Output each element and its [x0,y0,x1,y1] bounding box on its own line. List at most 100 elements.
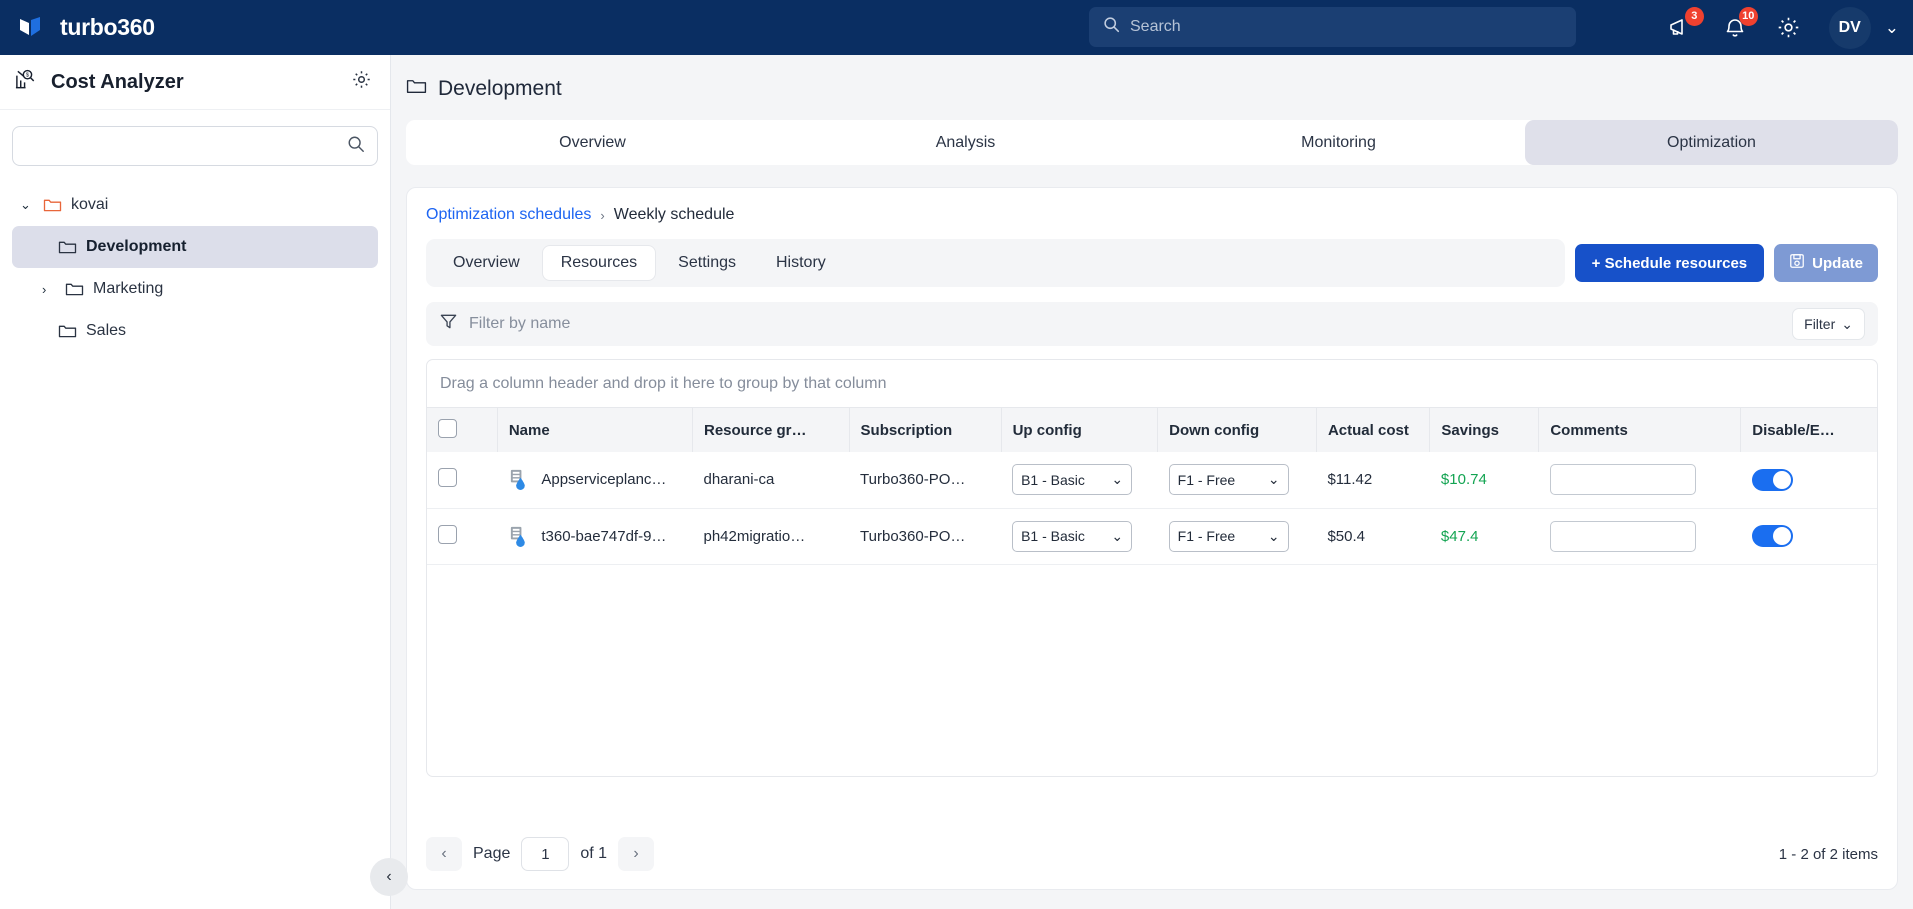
breadcrumb-separator-icon: › [600,207,605,223]
sidebar-search[interactable] [12,126,378,166]
previous-page-button[interactable]: ‹ [426,837,462,871]
header-actions: 3 10 DV ⌄ [1667,0,1899,55]
cell-up-config: B1 - Basic ⌄ [1001,508,1158,565]
enable-toggle[interactable] [1751,468,1793,491]
cell-comments [1538,508,1741,565]
user-menu-chevron-down-icon[interactable]: ⌄ [1885,18,1899,38]
sidebar: $ Cost Analyzer ⌄ kovai Development › Ma… [0,55,391,909]
page-label: Page [473,845,511,862]
col-disable-enable[interactable]: Disable/E… [1740,408,1877,452]
chevron-down-icon: ⌄ [1267,527,1280,544]
sidebar-item-marketing[interactable]: › Marketing [12,268,378,310]
down-config-select[interactable]: F1 - Free ⌄ [1168,464,1289,496]
up-config-select[interactable]: B1 - Basic ⌄ [1012,464,1133,496]
sidebar-item-label: kovai [71,196,109,213]
sidebar-search-icon[interactable] [347,135,365,158]
up-config-value: B1 - Basic [1021,528,1085,544]
filter-by-name-input[interactable] [469,315,1782,333]
search-input[interactable] [1130,18,1562,36]
sidebar-settings-gear-icon[interactable] [351,69,372,95]
enable-toggle[interactable] [1751,525,1793,547]
col-down-config[interactable]: Down config [1157,408,1317,452]
schedule-resources-button[interactable]: + Schedule resources [1574,244,1765,282]
resources-table: Name Resource gr… Subscription Up config… [427,408,1877,565]
tab-optimization[interactable]: Optimization [1525,120,1898,165]
breadcrumb: Optimization schedules › Weekly schedule [426,206,1878,224]
pagination: ‹ Page 1 of 1 › 1 - 2 of 2 items [426,837,1878,871]
up-config-select[interactable]: B1 - Basic ⌄ [1012,520,1133,552]
chevron-left-icon: ‹ [441,845,447,862]
optimization-panel: Optimization schedules › Weekly schedule… [406,187,1898,890]
app-service-plan-icon [508,525,531,548]
sidebar-header: $ Cost Analyzer [0,55,390,110]
col-comments[interactable]: Comments [1538,408,1742,452]
sidebar-item-kovai[interactable]: ⌄ kovai [12,184,378,226]
down-config-value: F1 - Free [1177,471,1236,488]
user-avatar[interactable]: DV [1828,6,1871,49]
filter-dropdown-button[interactable]: Filter ⌄ [1792,308,1865,340]
cell-subscription: Turbo360-PO… [849,452,1002,509]
sidebar-collapse-button[interactable]: ‹ [370,858,408,896]
tab-analysis[interactable]: Analysis [779,120,1152,165]
chevron-left-icon: ‹ [386,868,392,885]
table-header-row: Name Resource gr… Subscription Up config… [427,408,1877,452]
cell-comments [1538,452,1741,509]
row-checkbox[interactable] [438,468,457,488]
sidebar-search-input[interactable] [25,137,347,155]
tab-sub-overview[interactable]: Overview [435,245,538,281]
group-by-dropzone[interactable]: Drag a column header and drop it here to… [427,360,1877,408]
resource-name: t360-bae747df-9… [541,527,667,545]
tab-sub-history[interactable]: History [758,245,844,281]
sidebar-item-label: Marketing [93,280,164,297]
comment-input[interactable] [1549,520,1696,552]
col-select-all [427,408,498,452]
folder-icon [43,197,62,213]
app-service-plan-icon [508,468,531,491]
chevron-down-icon[interactable]: ⌄ [20,197,34,213]
col-name[interactable]: Name [497,408,693,452]
row-select-cell [427,508,498,565]
comment-input[interactable] [1549,464,1696,496]
tab-sub-resources[interactable]: Resources [541,245,657,281]
col-up-config[interactable]: Up config [1001,408,1159,452]
tab-overview[interactable]: Overview [406,120,779,165]
breadcrumb-link-optimization-schedules[interactable]: Optimization schedules [426,206,591,224]
brand-logo-area[interactable]: turbo360 [0,13,390,43]
row-select-cell [427,452,498,509]
cell-disable-enable [1740,508,1877,565]
page-title: Development [438,77,562,100]
cell-resource-group: dharani-ca [692,452,850,509]
notifications-bell-icon[interactable]: 10 [1721,6,1758,42]
announcements-icon[interactable]: 3 [1667,6,1704,42]
col-savings[interactable]: Savings [1429,408,1540,452]
notifications-badge: 10 [1738,6,1758,26]
col-subscription[interactable]: Subscription [849,408,1002,452]
down-config-select[interactable]: F1 - Free ⌄ [1168,520,1289,552]
sidebar-item-label: Development [86,238,187,255]
resources-grid: Drag a column header and drop it here to… [426,359,1878,777]
next-page-button[interactable]: › [618,837,655,871]
update-button[interactable]: Update [1774,244,1878,282]
tab-monitoring[interactable]: Monitoring [1152,120,1525,165]
sidebar-item-development[interactable]: Development [12,226,378,268]
cell-resource-group: ph42migratio… [692,508,850,565]
cell-savings: $47.4 [1429,508,1539,565]
settings-gear-icon[interactable] [1775,14,1803,42]
turbo360-logo-icon [16,13,46,43]
up-config-value: B1 - Basic [1021,471,1085,488]
subtab-row: Overview Resources Settings History + Sc… [426,239,1878,287]
col-resource-group[interactable]: Resource gr… [692,408,850,452]
search-icon [1103,16,1120,38]
tab-sub-settings[interactable]: Settings [660,245,754,281]
select-all-checkbox[interactable] [438,418,457,438]
sidebar-item-sales[interactable]: Sales [12,310,378,352]
secondary-tabs: Overview Resources Settings History [426,239,1565,287]
sidebar-title: Cost Analyzer [51,70,184,93]
global-search[interactable] [1089,7,1576,47]
page-number-input[interactable]: 1 [521,837,570,871]
row-checkbox[interactable] [438,524,457,544]
folder-icon [65,281,84,297]
chevron-right-icon[interactable]: › [42,282,56,297]
cell-subscription: Turbo360-PO… [849,508,1002,565]
col-actual-cost[interactable]: Actual cost [1316,408,1431,452]
